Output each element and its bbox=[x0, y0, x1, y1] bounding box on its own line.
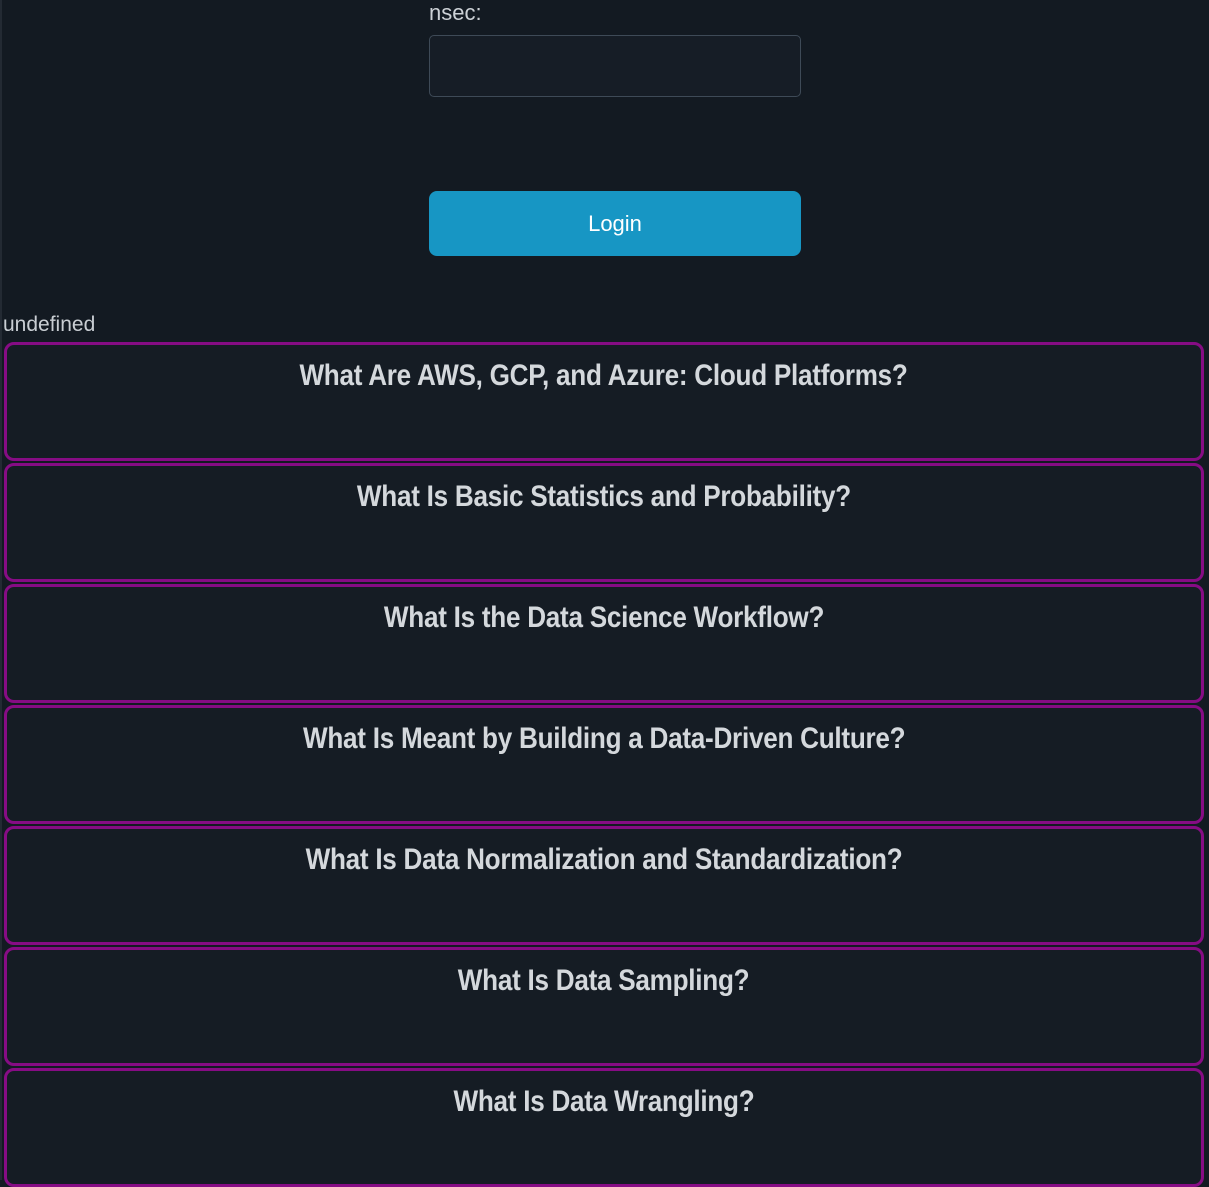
question-card[interactable]: What Is Data Wrangling? bbox=[4, 1068, 1204, 1187]
question-card[interactable]: What Are AWS, GCP, and Azure: Cloud Plat… bbox=[4, 342, 1204, 461]
question-card[interactable]: What Is the Data Science Workflow? bbox=[4, 584, 1204, 703]
status-text: undefined bbox=[3, 313, 1209, 336]
question-card-title: What Is Data Sampling? bbox=[7, 962, 1201, 1000]
question-card-title: What Is Data Normalization and Standardi… bbox=[7, 841, 1201, 879]
question-card-list: What Are AWS, GCP, and Azure: Cloud Plat… bbox=[4, 342, 1204, 1187]
question-card-title: What Are AWS, GCP, and Azure: Cloud Plat… bbox=[7, 357, 1201, 395]
question-card-title: What Is Meant by Building a Data-Driven … bbox=[7, 720, 1201, 758]
question-card[interactable]: What Is Data Normalization and Standardi… bbox=[4, 826, 1204, 945]
page-left-edge bbox=[0, 0, 2, 1180]
nsec-input[interactable] bbox=[429, 35, 801, 97]
nsec-label: nsec: bbox=[429, 1, 801, 25]
question-card-title: What Is Data Wrangling? bbox=[7, 1083, 1201, 1121]
login-button[interactable]: Login bbox=[429, 191, 801, 256]
question-card-title: What Is the Data Science Workflow? bbox=[7, 599, 1201, 637]
login-form: nsec: Login bbox=[429, 0, 801, 256]
question-card-title: What Is Basic Statistics and Probability… bbox=[7, 478, 1201, 516]
page: nsec: Login undefined What Are AWS, GCP,… bbox=[0, 0, 1209, 1187]
question-card[interactable]: What Is Data Sampling? bbox=[4, 947, 1204, 1066]
question-card[interactable]: What Is Basic Statistics and Probability… bbox=[4, 463, 1204, 582]
question-card[interactable]: What Is Meant by Building a Data-Driven … bbox=[4, 705, 1204, 824]
